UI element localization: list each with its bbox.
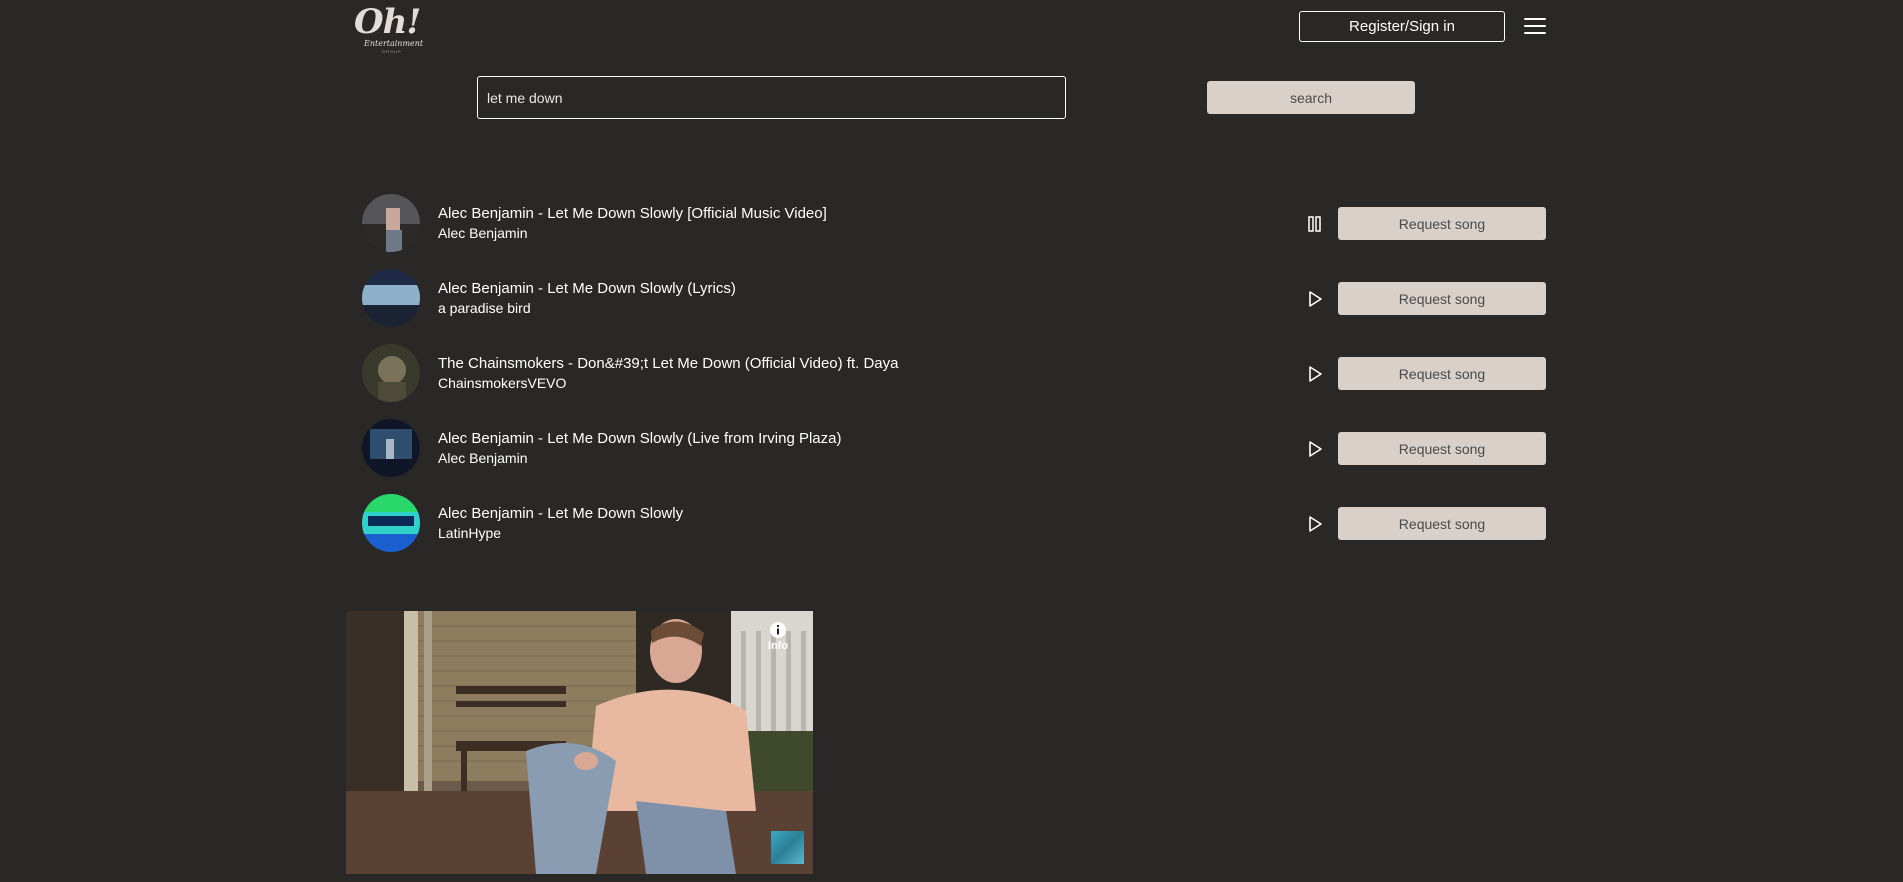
request-song-button[interactable]: Request song xyxy=(1338,282,1546,315)
request-song-button[interactable]: Request song xyxy=(1338,207,1546,240)
song-title: Alec Benjamin - Let Me Down Slowly xyxy=(438,505,684,522)
register-signin-button[interactable]: Register/Sign in xyxy=(1299,11,1505,42)
info-button[interactable]: Info xyxy=(758,621,798,657)
song-channel: ChainsmokersVEVO xyxy=(438,375,567,391)
search-input[interactable] xyxy=(477,76,1066,119)
video-thumbnail[interactable] xyxy=(362,344,420,402)
info-icon xyxy=(770,622,786,638)
result-row: The Chainsmokers - Don&#39;t Let Me Down… xyxy=(362,344,1546,404)
song-title: Alec Benjamin - Let Me Down Slowly (Lyri… xyxy=(438,280,736,297)
page: Oh! Entertainment GROUP Register/Sign in… xyxy=(0,0,1903,882)
logo-text: Oh! xyxy=(354,2,421,42)
logo[interactable]: Oh! Entertainment GROUP xyxy=(352,2,424,54)
result-row: Alec Benjamin - Let Me Down Slowly [Offi… xyxy=(362,194,1546,254)
song-channel: LatinHype xyxy=(438,525,502,541)
video-frame xyxy=(346,611,813,874)
logo-subtitle: Entertainment xyxy=(364,39,424,48)
video-thumbnail[interactable] xyxy=(362,419,420,477)
play-icon[interactable] xyxy=(1306,289,1324,309)
pause-icon[interactable] xyxy=(1306,214,1324,234)
song-title: The Chainsmokers - Don&#39;t Let Me Down… xyxy=(438,355,899,372)
request-song-button[interactable]: Request song xyxy=(1338,507,1546,540)
song-channel: Alec Benjamin xyxy=(438,450,528,466)
video-thumbnail[interactable] xyxy=(362,194,420,252)
logo-tagline: GROUP xyxy=(382,49,402,54)
video-thumbnail[interactable] xyxy=(362,269,420,327)
info-label: Info xyxy=(767,640,789,652)
result-row: Alec Benjamin - Let Me Down Slowly (Live… xyxy=(362,419,1546,479)
song-channel: Alec Benjamin xyxy=(438,225,528,241)
song-title: Alec Benjamin - Let Me Down Slowly [Offi… xyxy=(438,205,827,222)
hamburger-menu-icon[interactable] xyxy=(1524,18,1546,36)
search-button[interactable]: search xyxy=(1207,81,1415,114)
play-icon[interactable] xyxy=(1306,439,1324,459)
play-icon[interactable] xyxy=(1306,364,1324,384)
play-icon[interactable] xyxy=(1306,514,1324,534)
song-title: Alec Benjamin - Let Me Down Slowly (Live… xyxy=(438,430,842,447)
channel-watermark[interactable] xyxy=(771,831,804,864)
video-thumbnail[interactable] xyxy=(362,494,420,552)
video-player[interactable]: Info xyxy=(346,611,813,874)
song-channel: a paradise bird xyxy=(438,300,531,316)
result-row: Alec Benjamin - Let Me Down Slowly (Lyri… xyxy=(362,269,1546,329)
request-song-button[interactable]: Request song xyxy=(1338,357,1546,390)
result-row: Alec Benjamin - Let Me Down Slowly Latin… xyxy=(362,494,1546,554)
request-song-button[interactable]: Request song xyxy=(1338,432,1546,465)
